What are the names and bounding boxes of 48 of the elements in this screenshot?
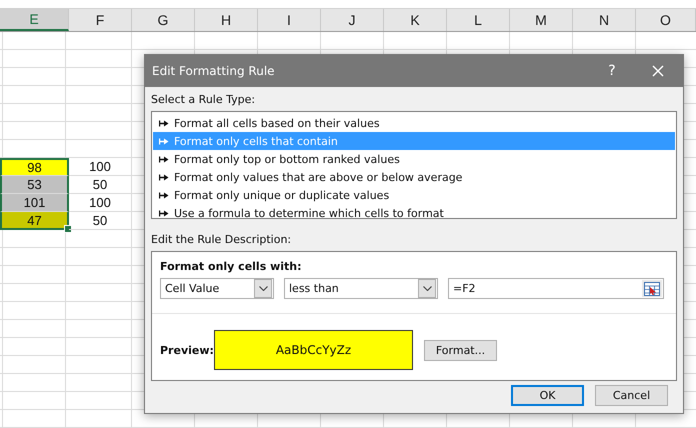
rule-type-item[interactable]: Format only values that are above or below average: [153, 168, 675, 186]
table-cell: 50: [69, 176, 132, 194]
condition-label: Format only cells with:: [160, 260, 303, 273]
column-header[interactable]: M: [510, 9, 573, 31]
table-cell: 100: [69, 194, 132, 212]
column-header[interactable]: E: [0, 9, 69, 31]
column-header[interactable]: F: [69, 9, 132, 31]
table-cell: 47: [0, 212, 69, 230]
arrow-bullet-icon: [159, 210, 169, 216]
fill-handle[interactable]: [64, 225, 72, 233]
arrow-bullet-icon: [159, 138, 169, 144]
column-header[interactable]: H: [195, 9, 258, 31]
column-header[interactable]: K: [384, 9, 447, 31]
window-title: Edit Formatting Rule: [152, 64, 276, 78]
preview-label: Preview:: [160, 344, 214, 356]
value-field[interactable]: =F2: [448, 278, 664, 299]
column-header[interactable]: O: [636, 9, 696, 31]
format-button[interactable]: Format...: [424, 340, 497, 360]
rule-type-item[interactable]: Format all cells based on their values: [153, 114, 675, 132]
column-header[interactable]: L: [447, 9, 510, 31]
arrow-bullet-icon: [159, 156, 169, 162]
ok-button[interactable]: OK: [511, 385, 584, 406]
caret-icon: [422, 286, 432, 291]
column-header[interactable]: N: [573, 9, 636, 31]
arrow-bullet-icon: [159, 174, 169, 180]
rule-type-item[interactable]: Use a formula to determine which cells to format: [153, 204, 675, 222]
table-cell: 53: [0, 176, 69, 194]
help-button[interactable]: ?: [591, 55, 633, 87]
rule-type-item[interactable]: Format only unique or duplicate values: [153, 186, 675, 204]
arrow-bullet-icon: [159, 120, 169, 126]
table-cell: 98: [0, 158, 69, 176]
subject-dropdown[interactable]: Cell Value: [160, 278, 274, 299]
cancel-button[interactable]: Cancel: [595, 385, 668, 406]
column-header[interactable]: J: [321, 9, 384, 31]
column-header[interactable]: I: [258, 9, 321, 31]
operator-dropdown[interactable]: less than: [284, 278, 438, 299]
section-label: Edit the Rule Description:: [151, 233, 292, 247]
preview-sample: AaBbCcYyZz: [214, 330, 413, 370]
rule-type-item[interactable]: Format only top or bottom ranked values: [153, 150, 675, 168]
table-cell: 100: [69, 158, 132, 176]
arrow-bullet-icon: [159, 192, 169, 198]
range-picker-button[interactable]: [642, 280, 662, 297]
column-header[interactable]: G: [132, 9, 195, 31]
caret-icon: [258, 286, 268, 291]
table-cell: 50: [69, 212, 132, 230]
table-cell: 101: [0, 194, 69, 212]
section-label: Select a Rule Type:: [151, 93, 256, 107]
close-icon: [652, 65, 664, 77]
